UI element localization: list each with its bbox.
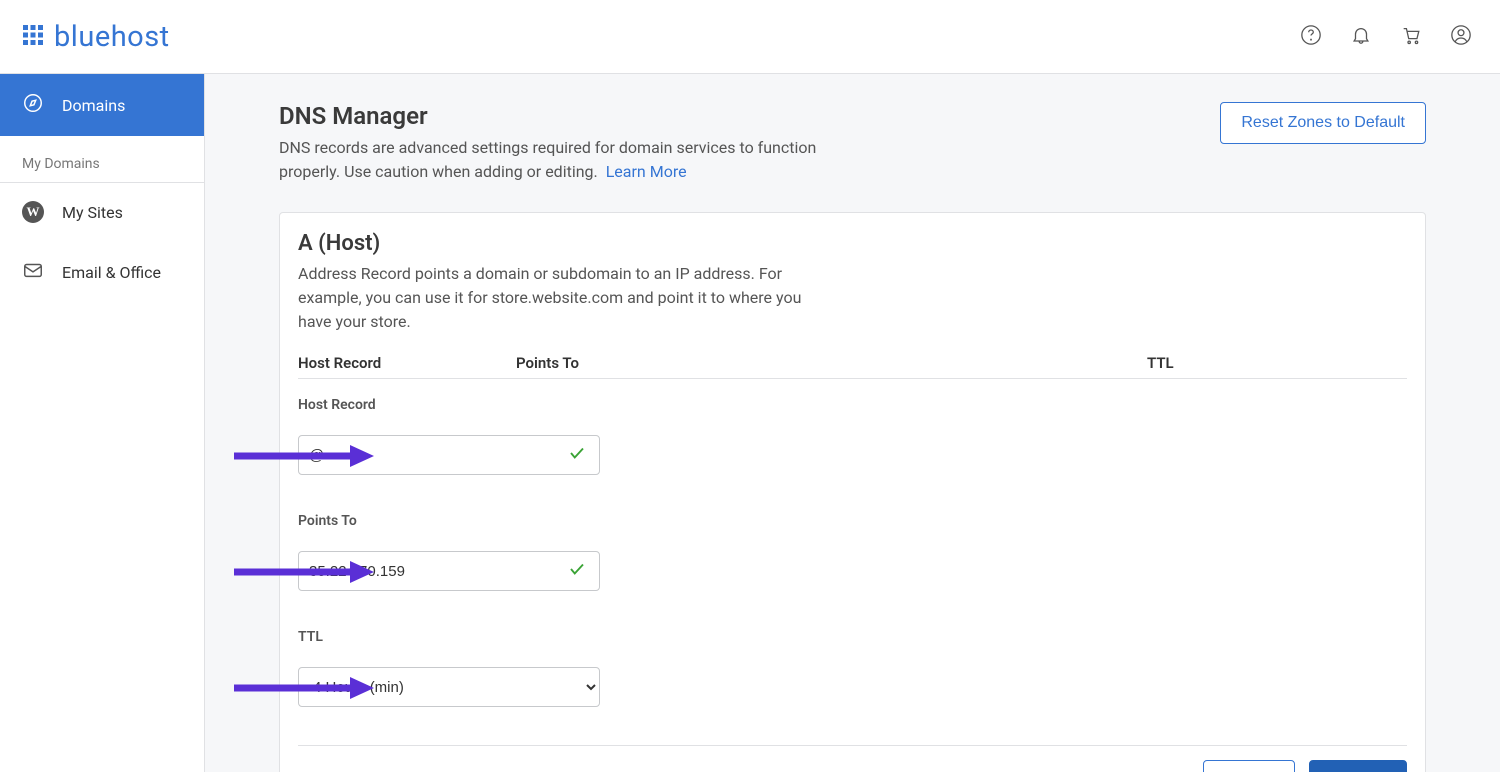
- host-record-label: Host Record: [298, 397, 1407, 413]
- wordpress-icon: W: [22, 201, 44, 223]
- reset-zones-button[interactable]: Reset Zones to Default: [1220, 102, 1426, 144]
- cancel-button[interactable]: Cancel: [1203, 760, 1295, 772]
- sidebar-item-email-office[interactable]: Email & Office: [0, 241, 204, 303]
- column-headers: Host Record Points To TTL: [298, 354, 1407, 379]
- sidebar-item-label: My Sites: [62, 203, 123, 222]
- ttl-select[interactable]: 4 Hours (min): [298, 667, 600, 707]
- help-icon[interactable]: [1300, 24, 1322, 50]
- col-header-points: Points To: [516, 354, 1147, 372]
- host-record-field-wrap: [298, 435, 600, 475]
- page-title: DNS Manager: [279, 102, 839, 130]
- compass-icon: [22, 92, 44, 118]
- host-record-input[interactable]: [298, 435, 600, 475]
- form-actions: Cancel Save: [298, 745, 1407, 772]
- brand-name: bluehost: [54, 20, 170, 54]
- points-to-label: Points To: [298, 513, 1407, 529]
- layout: Domains My Domains W My Sites Email & Of…: [0, 74, 1500, 772]
- col-header-host: Host Record: [298, 354, 516, 372]
- sidebar-item-label: Email & Office: [62, 263, 161, 282]
- user-icon[interactable]: [1450, 24, 1472, 50]
- points-to-input[interactable]: [298, 551, 600, 591]
- page-header: DNS Manager DNS records are advanced set…: [279, 102, 1426, 184]
- sidebar-item-label: Domains: [62, 96, 125, 115]
- bell-icon[interactable]: [1350, 24, 1372, 50]
- save-button[interactable]: Save: [1309, 760, 1407, 772]
- ttl-field-wrap: 4 Hours (min): [298, 667, 600, 707]
- check-icon: [568, 560, 586, 582]
- sidebar-sublabel-my-domains[interactable]: My Domains: [0, 136, 204, 183]
- points-to-field-wrap: [298, 551, 600, 591]
- main-content: DNS Manager DNS records are advanced set…: [205, 74, 1500, 772]
- col-header-ttl: TTL: [1147, 354, 1407, 372]
- ttl-label: TTL: [298, 629, 1407, 645]
- card-description: Address Record points a domain or subdom…: [298, 262, 818, 334]
- page-description: DNS records are advanced settings requir…: [279, 136, 839, 184]
- brand[interactable]: bluehost: [22, 20, 170, 54]
- check-icon: [568, 444, 586, 466]
- card-title: A (Host): [298, 231, 1407, 256]
- form-area: Host Record Points To TTL 4 Hours (mi: [298, 379, 1407, 707]
- topbar-icons: [1300, 24, 1472, 50]
- sidebar-item-domains[interactable]: Domains: [0, 74, 204, 136]
- learn-more-link[interactable]: Learn More: [606, 162, 687, 181]
- top-bar: bluehost: [0, 0, 1500, 74]
- cart-icon[interactable]: [1400, 24, 1422, 50]
- mail-icon: [22, 259, 44, 285]
- dns-record-card: A (Host) Address Record points a domain …: [279, 212, 1426, 772]
- brand-grid-icon: [22, 24, 44, 50]
- sidebar: Domains My Domains W My Sites Email & Of…: [0, 74, 205, 772]
- sidebar-item-my-sites[interactable]: W My Sites: [0, 183, 204, 241]
